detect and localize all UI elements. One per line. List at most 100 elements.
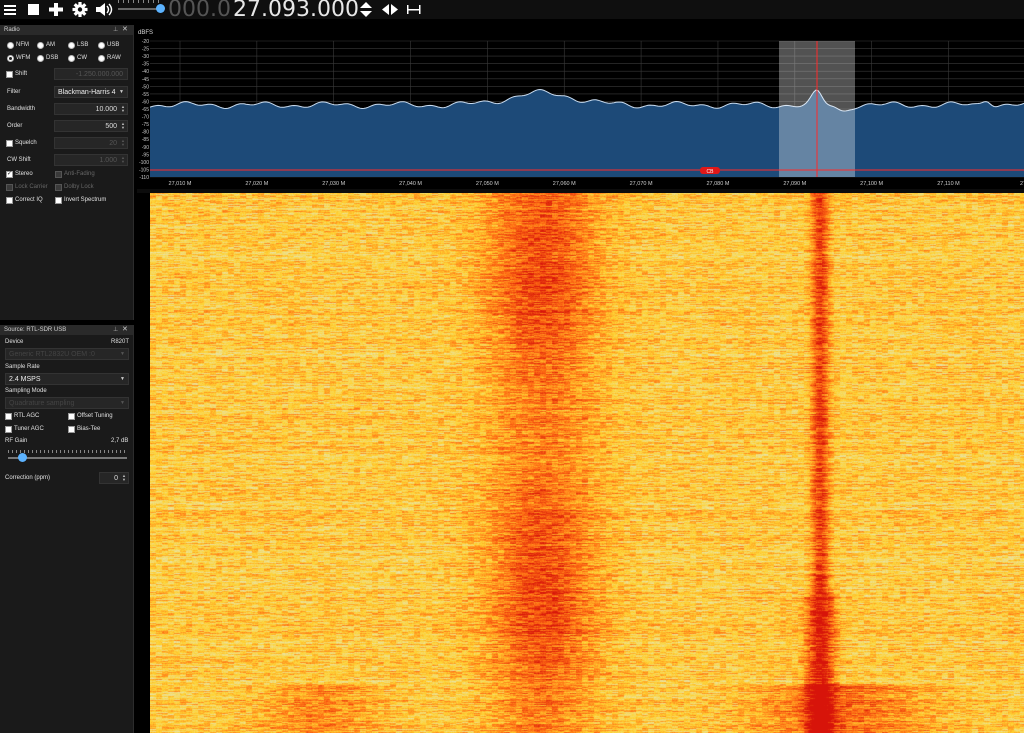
frequency-leading-digits[interactable]: 000.0 (168, 0, 231, 22)
shift-label: Shift (15, 71, 28, 77)
waterfall-canvas[interactable] (150, 193, 1024, 733)
dolby-lock-checkbox[interactable] (55, 184, 62, 191)
squelch-field[interactable]: 20 ▲ ▼ (54, 137, 128, 149)
correct-iq-label: Correct IQ (15, 197, 43, 203)
invert-spectrum-checkbox[interactable] (55, 197, 62, 204)
spinner-icon[interactable]: ▲ ▼ (121, 156, 125, 164)
frequency-tick-label: 27,030 M (322, 181, 345, 187)
correction-field[interactable]: 0 ▲ ▼ (99, 472, 129, 484)
close-icon[interactable]: ✕ (122, 325, 128, 335)
anti-fading-label: Anti-Fading (64, 171, 95, 177)
device-label: Device (5, 339, 24, 345)
offset-tuning-checkbox[interactable] (68, 413, 75, 420)
close-icon[interactable]: ✕ (122, 25, 128, 35)
mode-radio-dsb[interactable] (37, 55, 44, 62)
mode-label-am: AM (46, 42, 55, 48)
bandwidth-field[interactable]: 10.000 ▲ ▼ (54, 103, 128, 115)
db-tick-label: -100 (139, 160, 149, 166)
snap-interval-icon[interactable] (406, 1, 422, 18)
spinner-icon[interactable]: ▲ ▼ (122, 474, 126, 482)
up-down-arrows-icon[interactable] (359, 1, 373, 18)
cw-shift-label: CW Shift (7, 157, 31, 163)
shift-checkbox[interactable] (6, 71, 13, 78)
frequency-axis: 27,010 M 27,020 M 27,030 M 27,040 M 27,050 M… (169, 181, 1024, 187)
source-panel-title: Source: RTL-SDR USB (4, 327, 67, 333)
plus-icon[interactable] (48, 1, 64, 18)
speaker-icon[interactable] (95, 1, 113, 18)
mode-radio-usb[interactable] (98, 42, 105, 49)
db-tick-label: -35 (142, 62, 149, 68)
db-tick-label: -90 (142, 145, 149, 151)
cw-shift-value: 1.000 (99, 157, 117, 164)
db-tick-label: -40 (142, 69, 149, 75)
toolbar: 000.0 27.093.000 (0, 0, 1024, 22)
stereo-label: Stereo (15, 171, 33, 177)
chevron-down-icon: ▼ (120, 400, 125, 406)
order-field[interactable]: 500 ▲ ▼ (54, 120, 128, 132)
db-tick-label: -80 (142, 130, 149, 136)
waterfall-display[interactable] (137, 193, 1024, 733)
mode-label-usb: USB (107, 42, 120, 48)
anti-fading-checkbox[interactable] (55, 171, 62, 178)
bias-tee-checkbox[interactable] (68, 426, 75, 433)
lock-carrier-checkbox[interactable] (6, 184, 13, 191)
mode-radio-am[interactable] (37, 42, 44, 49)
frequency-display[interactable]: 27.093.000 (233, 0, 359, 22)
device-select-value: Generic RTL2832U OEM :0 (9, 351, 95, 358)
db-unit-label: dBFS (138, 30, 153, 36)
mode-radio-wfm[interactable] (7, 55, 14, 62)
bias-tee-label: Bias-Tee (77, 426, 101, 432)
filter-select[interactable]: Blackman-Harris 4 ▼ (54, 86, 128, 98)
correct-iq-checkbox[interactable] (6, 197, 13, 204)
spectrum-display[interactable]: -20-25-30-35-40-45-50-55-60-65-70-75-80-… (137, 25, 1024, 189)
stop-icon[interactable] (26, 1, 40, 18)
correction-label: Correction (ppm) (5, 475, 51, 481)
mode-radio-raw[interactable] (98, 55, 105, 62)
spinner-icon[interactable]: ▲ ▼ (121, 122, 125, 130)
cw-shift-field[interactable]: 1.000 ▲ ▼ (54, 154, 128, 166)
frequency-tick-label: 27,040 M (399, 181, 422, 187)
spinner-icon[interactable]: ▲ ▼ (121, 105, 125, 113)
sampling-mode-value: Quadrature sampling (9, 400, 75, 407)
mode-radio-nfm[interactable] (7, 42, 14, 49)
mode-radio-lsb[interactable] (68, 42, 75, 49)
radio-panel: Radio ⊥ ✕ NFM AM LSB USB WFM DSB CW RAW … (0, 25, 134, 320)
radio-panel-header: Radio ⊥ ✕ (0, 25, 133, 35)
pin-icon[interactable]: ⊥ (113, 25, 118, 35)
stereo-checkbox[interactable] (6, 170, 13, 178)
pin-icon[interactable]: ⊥ (113, 325, 118, 335)
hamburger-menu-icon[interactable] (3, 1, 17, 18)
frequency-tick-label: 27,070 M (630, 181, 653, 187)
volume-slider-handle[interactable] (156, 4, 165, 13)
filter-select-value: Blackman-Harris 4 (58, 89, 116, 96)
rtl-agc-checkbox[interactable] (5, 413, 12, 420)
frequency-tick-label: 27,110 M (937, 181, 960, 187)
squelch-checkbox[interactable] (6, 140, 13, 147)
db-tick-label: -55 (142, 92, 149, 98)
sample-rate-select[interactable]: 2.4 MSPS ▼ (5, 373, 129, 385)
db-tick-label: -50 (142, 84, 149, 90)
spinner-icon[interactable]: ▲ ▼ (121, 139, 125, 147)
db-tick-label: -30 (142, 54, 149, 60)
left-right-arrows-icon[interactable] (381, 1, 399, 18)
mode-label-lsb: LSB (77, 42, 89, 48)
device-select[interactable]: Generic RTL2832U OEM :0 ▼ (5, 348, 129, 360)
chevron-down-icon: ▼ (120, 351, 125, 357)
order-value: 500 (105, 123, 117, 130)
waterfall-scale-strip (137, 193, 150, 733)
shift-field[interactable]: -1.250.000.000 (54, 68, 128, 80)
gear-icon[interactable] (72, 1, 88, 18)
db-tick-label: -105 (139, 167, 149, 173)
tuner-agc-checkbox[interactable] (5, 426, 12, 433)
rf-gain-slider-handle[interactable] (18, 453, 27, 462)
mode-radio-cw[interactable] (68, 55, 75, 62)
frequency-tick-label: 27,010 M (169, 181, 192, 187)
sampling-mode-select[interactable]: Quadrature sampling ▼ (5, 397, 129, 409)
rf-gain-ticks (8, 450, 127, 453)
db-axis: -20-25-30-35-40-45-50-55-60-65-70-75-80-… (139, 39, 149, 181)
sample-rate-label: Sample Rate (5, 364, 40, 370)
volume-slider-ticks (118, 0, 163, 3)
frequency-tick-label: 27,050 M (476, 181, 499, 187)
bandwidth-label: Bandwidth (7, 106, 36, 112)
source-panel: Source: RTL-SDR USB ⊥ ✕ Device R820T Gen… (0, 325, 134, 733)
